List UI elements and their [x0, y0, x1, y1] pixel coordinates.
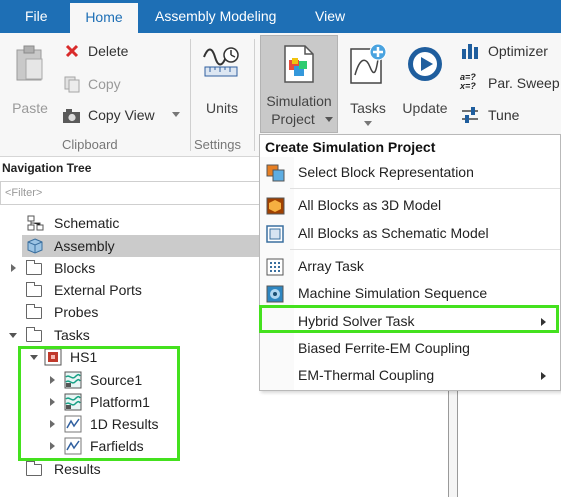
paste-button[interactable]: Paste: [6, 41, 54, 121]
menu-item-array-task[interactable]: Array Task: [260, 254, 560, 280]
tune-icon: [462, 107, 478, 123]
chevron-down-icon: [325, 117, 333, 122]
tasks-button[interactable]: Tasks: [344, 41, 392, 127]
menu-separator: [290, 188, 560, 189]
optimizer-icon: [462, 44, 478, 59]
menu-view[interactable]: View: [315, 0, 345, 33]
menu-item-all-blocks-schematic[interactable]: All Blocks as Schematic Model: [260, 221, 560, 247]
copy-button[interactable]: Copy: [62, 74, 182, 96]
tree-item-label: Schematic: [54, 215, 120, 231]
copy-view-button[interactable]: Copy View: [62, 105, 186, 127]
copy-icon: [64, 76, 80, 93]
tasks-icon: [350, 43, 387, 84]
folder-icon: [26, 304, 42, 319]
simulation-project-label-2: Project: [271, 111, 315, 127]
tune-label: Tune: [488, 107, 520, 123]
units-button[interactable]: Units: [196, 41, 248, 121]
optimizer-label: Optimizer: [488, 43, 548, 59]
clipboard-group-label: Clipboard: [62, 137, 118, 152]
create-simulation-project-menu: Create Simulation Project Select Block R…: [259, 134, 561, 391]
menu-item-label: Machine Simulation Sequence: [298, 285, 488, 301]
block-representation-icon: [266, 164, 285, 182]
folder-icon: [26, 327, 42, 342]
machine-simulation-icon: [266, 285, 284, 303]
menu-separator: [290, 249, 560, 250]
delete-icon: [65, 44, 79, 58]
panel-splitter[interactable]: [448, 376, 458, 497]
play-icon: [408, 47, 442, 81]
tree-item-label: Probes: [54, 304, 99, 320]
highlight-box-hs1: [18, 346, 180, 461]
schematic-model-icon: [266, 225, 284, 243]
chevron-down-icon: [172, 112, 180, 117]
copy-label: Copy: [88, 76, 121, 92]
menu-assembly-modeling[interactable]: Assembly Modeling: [155, 0, 276, 33]
par-sweep-icon: a=? x=?: [460, 72, 476, 91]
delete-button[interactable]: Delete: [62, 41, 182, 63]
expand-arrow-icon[interactable]: [11, 264, 16, 272]
menu-item-em-thermal-coupling[interactable]: EM-Thermal Coupling: [260, 363, 560, 389]
folder-icon: [26, 260, 42, 275]
paste-icon: [16, 45, 43, 81]
tune-button[interactable]: Tune: [460, 105, 561, 127]
collapse-arrow-icon[interactable]: [9, 333, 17, 338]
menu-item-label: EM-Thermal Coupling: [298, 367, 435, 383]
tree-item-label: Results: [54, 461, 101, 477]
paste-label: Paste: [12, 100, 48, 116]
menu-item-label: Biased Ferrite-EM Coupling: [298, 340, 470, 356]
simulation-project-label-1: Simulation: [266, 93, 332, 109]
menu-item-machine-simulation-sequence[interactable]: Machine Simulation Sequence: [260, 281, 560, 307]
menu-item-label: All Blocks as 3D Model: [298, 197, 442, 213]
units-icon: [203, 47, 239, 77]
camera-icon: [63, 109, 80, 123]
highlight-box-hybrid-solver: [259, 305, 559, 333]
update-button[interactable]: Update: [398, 41, 452, 121]
submenu-arrow-icon: [541, 372, 546, 380]
tree-item-label: Blocks: [54, 260, 96, 276]
navigation-tree-title: Navigation Tree: [2, 161, 92, 175]
par-sweep-label: Par. Sweep: [488, 75, 560, 91]
schematic-icon: [27, 215, 44, 231]
menu-item-all-blocks-3d[interactable]: All Blocks as 3D Model: [260, 193, 560, 219]
units-label: Units: [206, 100, 238, 116]
chevron-down-icon: [364, 121, 372, 126]
simulation-project-icon: [284, 45, 314, 83]
assembly-icon: [27, 238, 43, 254]
folder-icon: [26, 282, 42, 297]
simulation-project-button[interactable]: Simulation Project: [260, 35, 338, 133]
par-sweep-button[interactable]: a=? x=? Par. Sweep: [460, 73, 561, 95]
menu-file[interactable]: File: [25, 0, 48, 33]
settings-group-label: Settings: [194, 137, 241, 152]
group-divider: [190, 39, 191, 151]
optimizer-button[interactable]: Optimizer: [460, 41, 561, 63]
tree-item-label: Tasks: [54, 327, 90, 343]
copy-view-label: Copy View: [88, 107, 155, 123]
model-3d-icon: [266, 197, 285, 215]
tree-item-label: External Ports: [54, 282, 142, 298]
menu-title: Create Simulation Project: [265, 139, 436, 155]
menu-item-label: Select Block Representation: [298, 164, 474, 180]
menu-item-biased-ferrite-em-coupling[interactable]: Biased Ferrite-EM Coupling: [260, 336, 560, 362]
menu-home[interactable]: Home: [70, 3, 138, 33]
filter-input[interactable]: <Filter>: [0, 181, 262, 205]
menu-item-select-block-representation[interactable]: Select Block Representation: [260, 160, 560, 186]
folder-icon: [26, 461, 42, 476]
update-label: Update: [402, 100, 448, 116]
tree-item-label: Assembly: [54, 238, 115, 254]
menu-item-label: Array Task: [298, 258, 364, 274]
menu-bar: File Home Assembly Modeling View: [0, 0, 561, 33]
group-divider: [254, 39, 255, 151]
delete-label: Delete: [88, 43, 129, 59]
array-task-icon: [266, 258, 284, 276]
tasks-label: Tasks: [350, 100, 386, 116]
menu-item-label: All Blocks as Schematic Model: [298, 225, 489, 241]
